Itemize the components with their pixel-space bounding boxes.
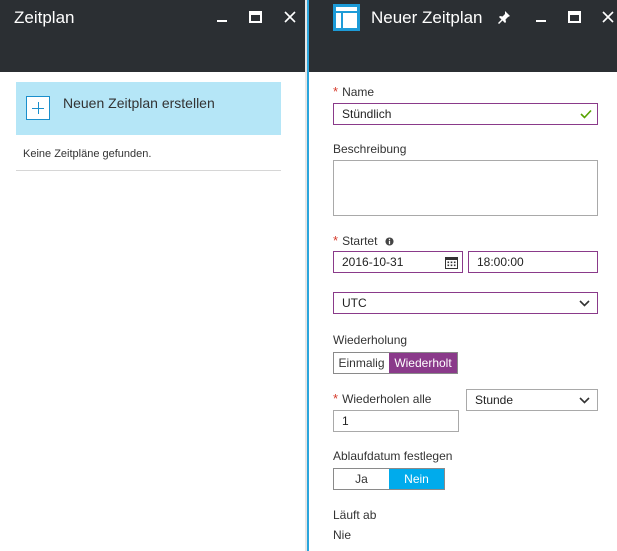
create-schedule-button[interactable]: Neuen Zeitplan erstellen <box>16 82 281 135</box>
schedule-blade: Zeitplan Neuen Zeitplan erstellen Keine … <box>0 0 306 551</box>
chevron-down-icon <box>579 397 590 404</box>
required-marker: * <box>333 391 339 406</box>
recurrence-toggle[interactable]: Einmalig Wiederholt <box>333 352 458 374</box>
close-button[interactable] <box>599 8 617 26</box>
repeat-interval-input[interactable]: 1 <box>333 410 459 432</box>
create-schedule-label: Neuen Zeitplan erstellen <box>63 95 215 111</box>
close-icon <box>602 11 614 23</box>
chevron-down-icon <box>579 300 590 307</box>
expires-value: Nie <box>333 528 352 542</box>
set-expiry-label: Ablaufdatum festlegen <box>333 449 453 463</box>
start-label: * Startet <box>333 233 394 248</box>
start-date-input[interactable]: 2016-10-31 <box>333 251 463 273</box>
pin-button[interactable] <box>495 8 513 26</box>
description-input[interactable] <box>333 160 598 216</box>
timezone-select[interactable]: UTC <box>333 292 598 314</box>
required-marker: * <box>333 84 339 99</box>
recurrence-label: Wiederholung <box>333 333 408 347</box>
repeat-every-label: * Wiederholen alle <box>333 391 432 406</box>
description-label: Beschreibung <box>333 142 407 156</box>
blade-title: Zeitplan <box>14 8 75 27</box>
expiry-toggle[interactable]: Ja Nein <box>333 468 445 490</box>
name-input[interactable]: Stündlich <box>333 103 598 125</box>
calendar-icon[interactable] <box>445 256 458 269</box>
pin-icon <box>498 11 510 24</box>
recurrence-option-once[interactable]: Einmalig <box>334 353 389 373</box>
maximize-icon <box>567 11 581 23</box>
close-button[interactable] <box>281 8 299 26</box>
divider <box>16 170 281 171</box>
schedule-blade-icon <box>333 4 360 31</box>
expiry-option-no[interactable]: Nein <box>389 469 444 489</box>
checkmark-icon <box>580 109 592 119</box>
required-marker: * <box>333 233 339 248</box>
name-label: * Name <box>333 84 375 99</box>
expires-label: Läuft ab <box>333 508 377 522</box>
new-schedule-header: Neuer Zeitplan <box>309 0 617 72</box>
new-schedule-blade: Neuer Zeitplan * Name Stündlich Beschreib… <box>307 0 617 551</box>
recurrence-option-recurring[interactable]: Wiederholt <box>389 353 457 373</box>
close-icon <box>284 11 296 23</box>
expiry-option-yes[interactable]: Ja <box>334 469 389 489</box>
start-time-input[interactable]: 18:00:00 <box>468 251 598 273</box>
blade-title: Neuer Zeitplan <box>371 8 483 27</box>
minimize-icon <box>536 20 546 22</box>
maximize-icon <box>248 11 262 23</box>
minimize-button[interactable] <box>532 8 550 26</box>
plus-icon <box>26 96 50 120</box>
maximize-button[interactable] <box>246 8 264 26</box>
repeat-unit-select[interactable]: Stunde <box>466 389 598 411</box>
minimize-icon <box>217 20 227 22</box>
minimize-button[interactable] <box>213 8 231 26</box>
info-icon[interactable] <box>385 237 394 246</box>
empty-list-message: Keine Zeitpläne gefunden. <box>23 148 152 160</box>
maximize-button[interactable] <box>565 8 583 26</box>
schedule-blade-header: Zeitplan <box>0 0 306 72</box>
